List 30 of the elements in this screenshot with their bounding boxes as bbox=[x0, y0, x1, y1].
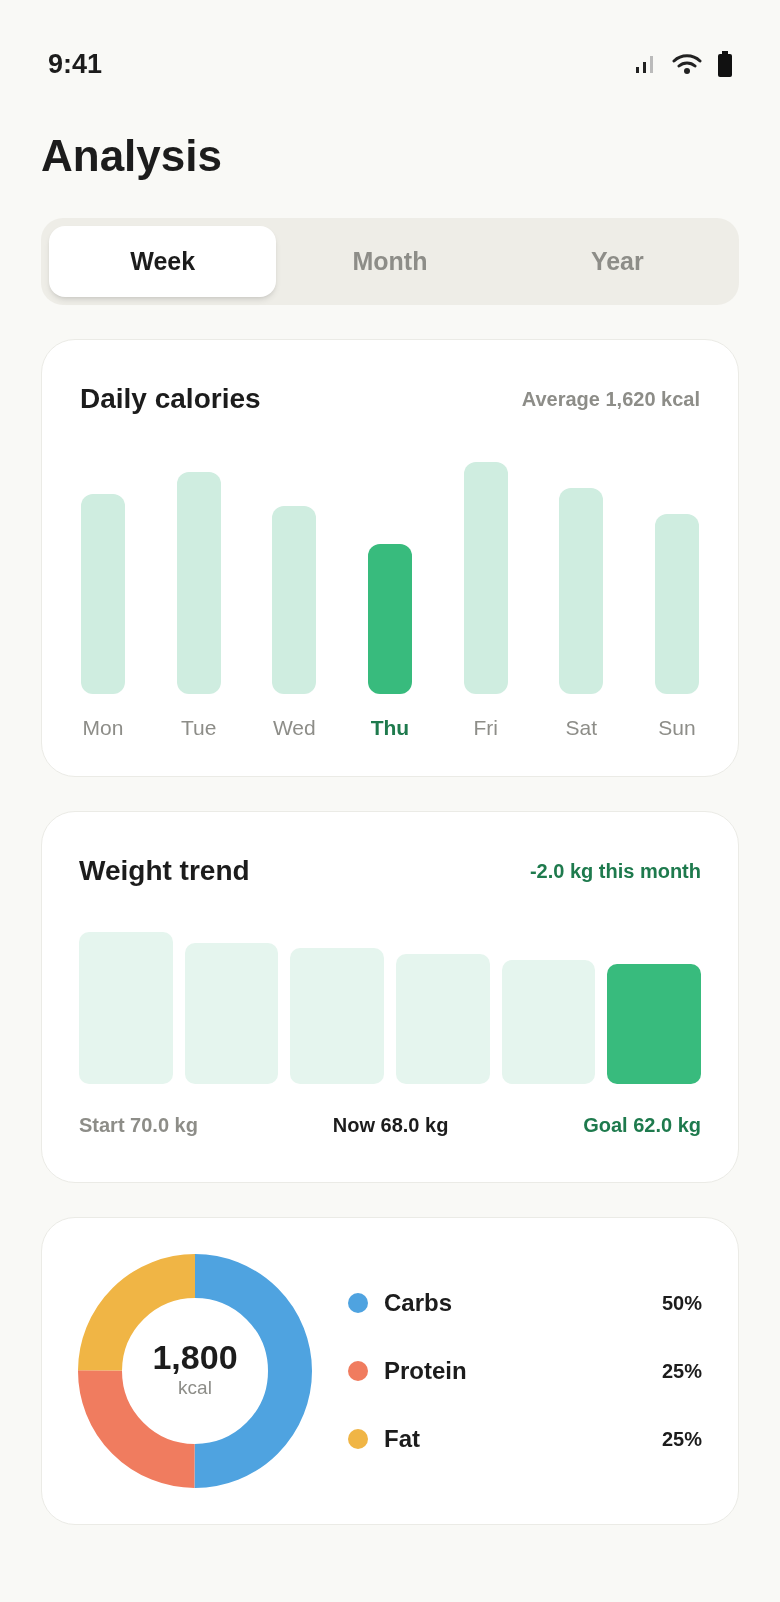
macro-share: 25% bbox=[661, 1359, 702, 1384]
period-tab[interactable]: Month bbox=[276, 226, 504, 297]
calories-unit: kcal bbox=[178, 1375, 212, 1400]
card-title: Daily calories bbox=[80, 382, 261, 416]
card-title: Weight trend bbox=[79, 854, 250, 888]
day-label: Tue bbox=[180, 715, 217, 741]
battery-icon bbox=[718, 51, 732, 77]
day-label: Sun bbox=[658, 715, 696, 741]
average-calories: Average 1,620 kcal bbox=[521, 387, 700, 412]
macro-share: 50% bbox=[661, 1291, 702, 1316]
day-label: Mon bbox=[82, 715, 124, 741]
total-calories: 1,800 bbox=[152, 1339, 238, 1374]
period-tab[interactable]: Week bbox=[49, 226, 277, 297]
weight-change: -2.0 kg this month bbox=[529, 859, 701, 884]
current-weight: Now 68.0 kg bbox=[332, 1113, 449, 1138]
period-tab[interactable]: Year bbox=[503, 226, 731, 297]
macro-share: 25% bbox=[661, 1427, 702, 1452]
start-weight: Start 70.0 kg bbox=[79, 1113, 198, 1138]
wifi-icon bbox=[672, 53, 702, 75]
goal-weight: Goal 62.0 kg bbox=[583, 1113, 701, 1138]
day-label: Thu bbox=[370, 715, 410, 741]
page-title: Analysis bbox=[40, 134, 223, 178]
status-time: 9:41 bbox=[48, 47, 103, 81]
day-label: Sat bbox=[565, 715, 598, 741]
macro-name: Fat bbox=[384, 1424, 421, 1454]
day-label: Fri bbox=[473, 715, 498, 741]
day-label: Wed bbox=[272, 715, 316, 741]
signal-icon bbox=[634, 54, 656, 74]
macro-name: Carbs bbox=[384, 1288, 454, 1318]
macro-name: Protein bbox=[384, 1356, 468, 1386]
